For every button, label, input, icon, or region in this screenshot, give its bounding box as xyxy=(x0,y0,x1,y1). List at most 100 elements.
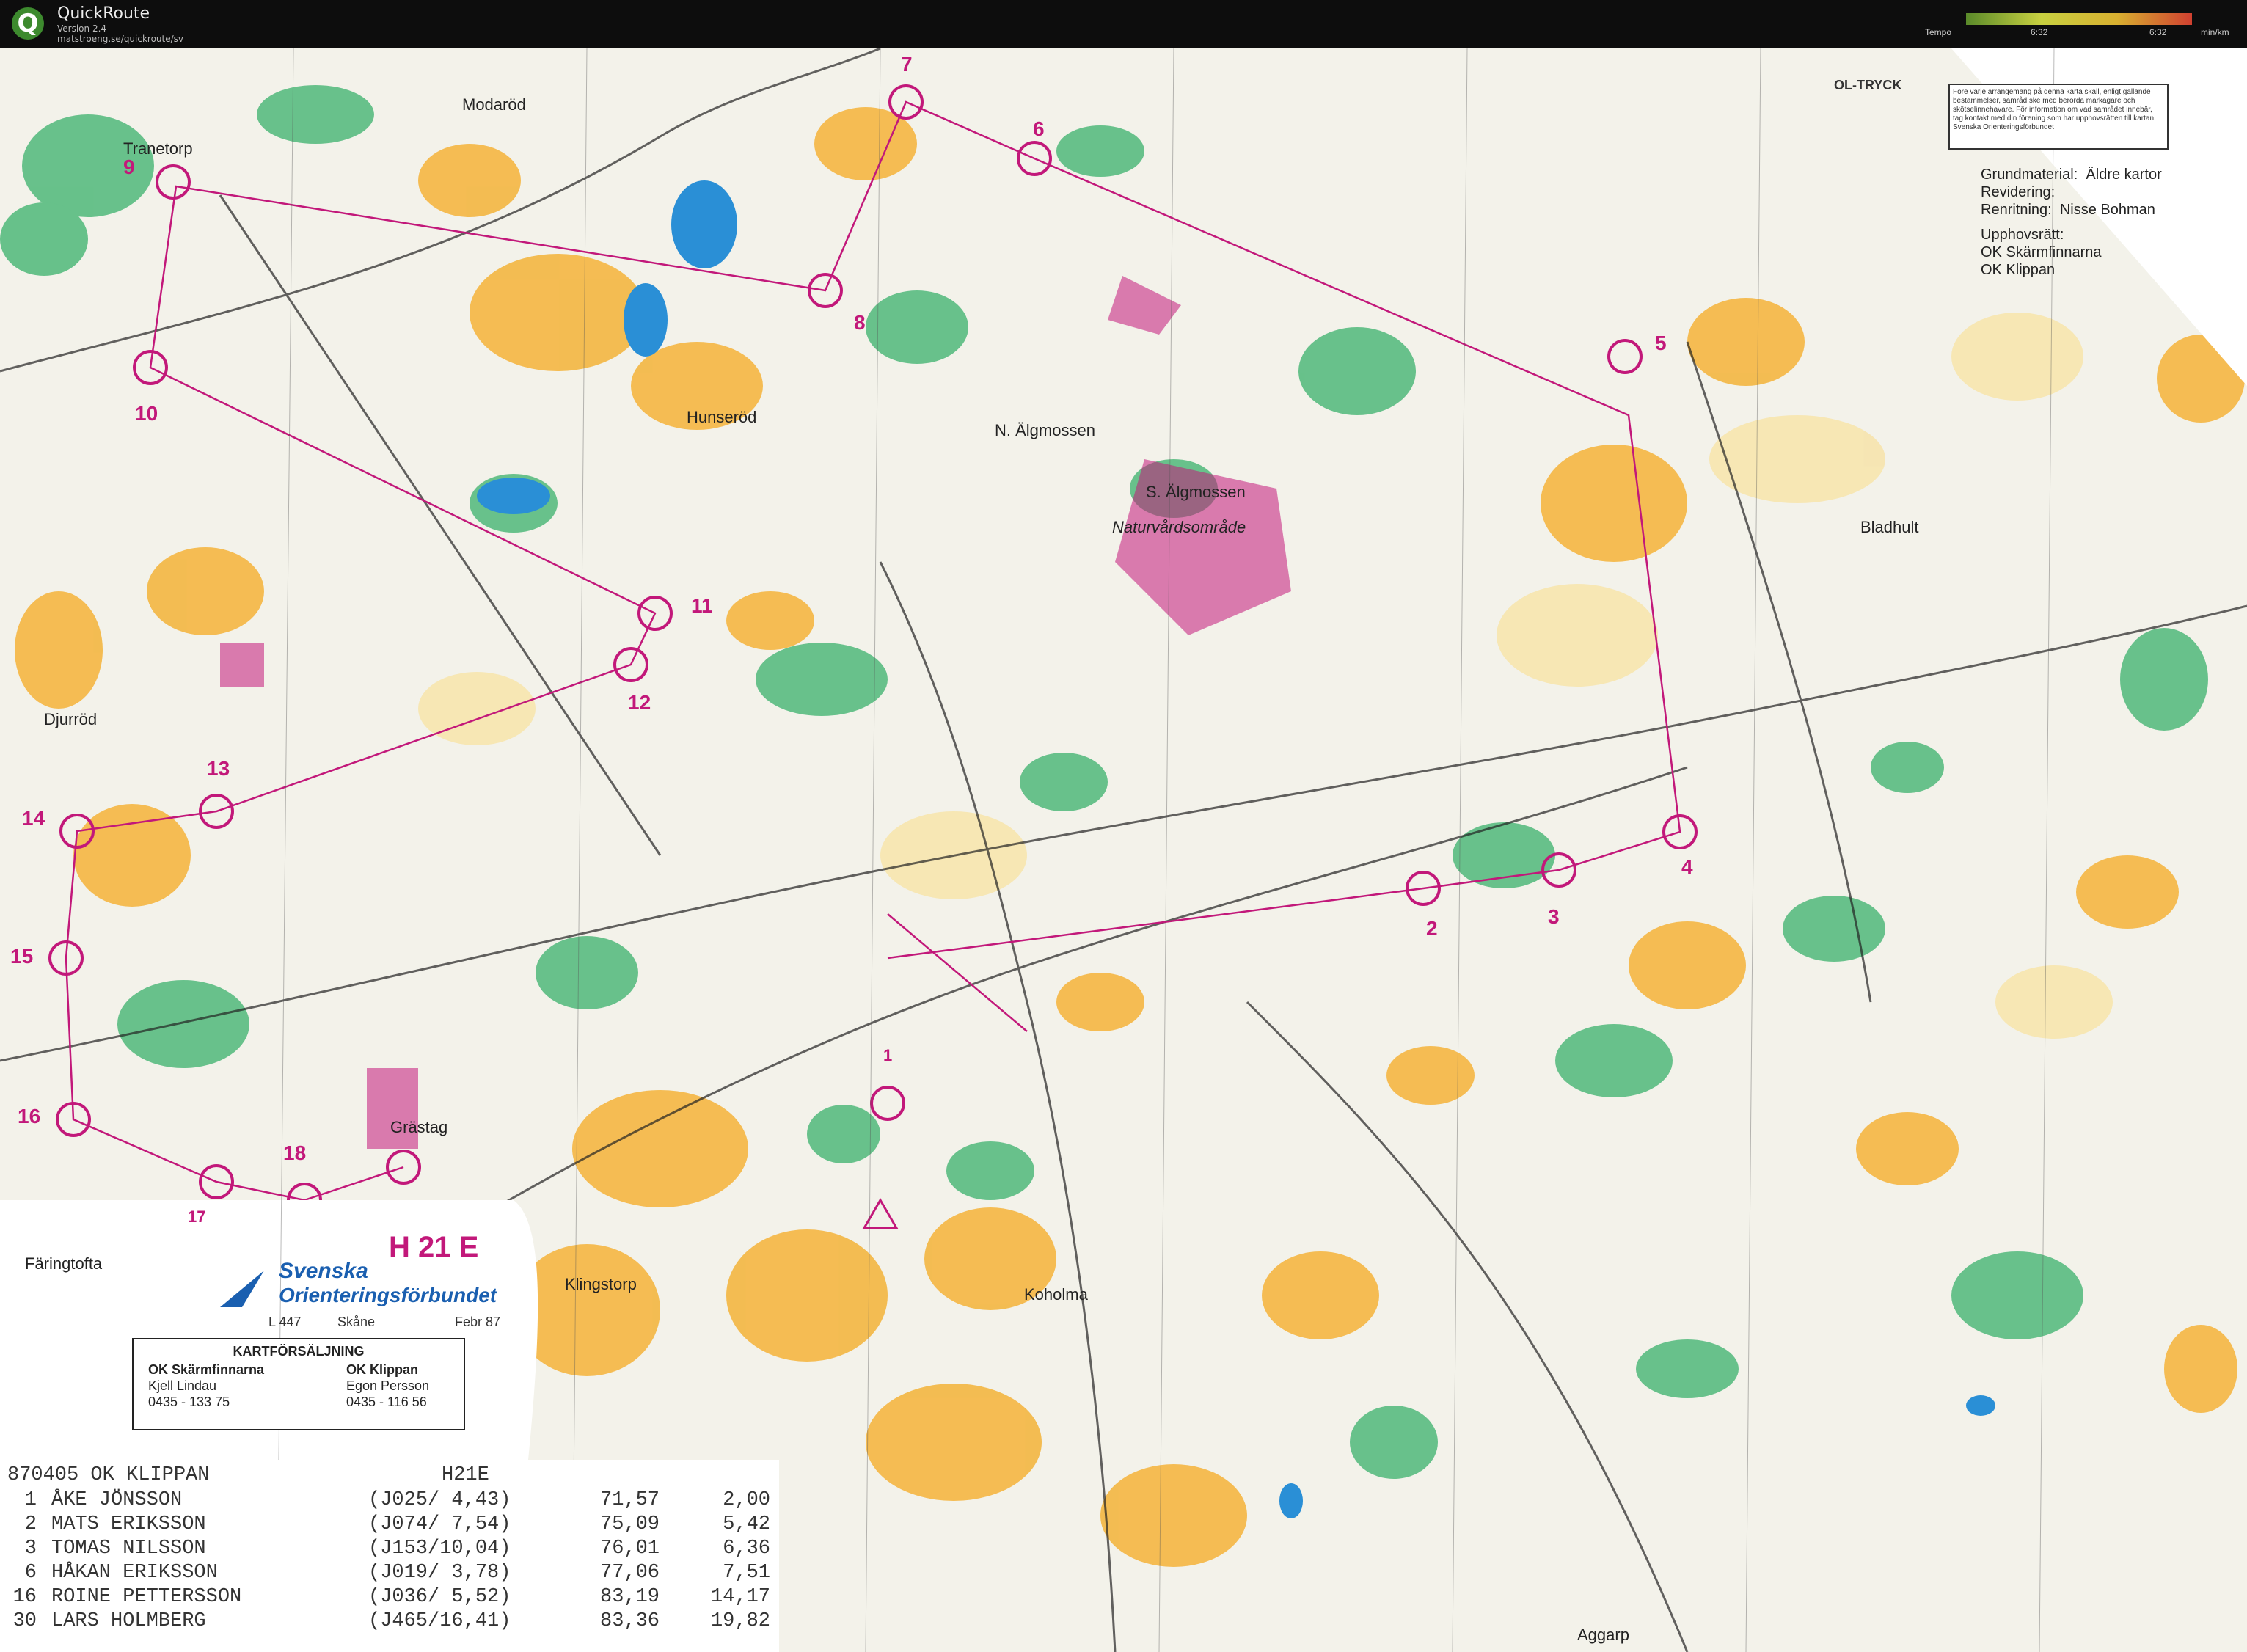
sales-right-club: OK Klippan xyxy=(346,1362,418,1377)
results-event: 870405 OK KLIPPAN xyxy=(7,1464,210,1486)
place-bladhult: Bladhult xyxy=(1860,518,1919,536)
results-class: H21E xyxy=(442,1464,489,1486)
start-triangle xyxy=(862,1198,899,1229)
sales-left: OK Skärmfinnarna Kjell Lindau 0435 - 133… xyxy=(148,1362,264,1410)
control-number-4: 4 xyxy=(1681,855,1693,878)
tempo-label: Tempo xyxy=(1925,27,1952,37)
sales-right-name: Egon Persson xyxy=(346,1378,430,1393)
result-time: 71,57 xyxy=(600,1489,660,1511)
place-modarod: Modaröd xyxy=(462,95,526,114)
control-number-10: 10 xyxy=(135,402,158,425)
map-region: Skåne xyxy=(337,1315,376,1329)
place-n-algmossen: N. Älgmossen xyxy=(995,421,1095,439)
result-time: 83,19 xyxy=(600,1586,660,1608)
result-name: MATS ERIKSSON xyxy=(51,1513,206,1535)
control-number-17: 17 xyxy=(188,1207,206,1226)
result-diff: 19,82 xyxy=(710,1610,770,1632)
control-number-9: 9 xyxy=(123,156,135,178)
control-number-15: 15 xyxy=(10,945,34,968)
result-diff: 5,42 xyxy=(723,1513,770,1535)
tempo-max-value: 6:32 xyxy=(2149,27,2167,37)
copyright-note: Före varje arrangemang på denna karta sk… xyxy=(1948,84,2169,150)
title-bar: Q QuickRoute Version 2.4 matstroeng.se/q… xyxy=(0,0,2247,48)
sales-right: OK Klippan Egon Persson 0435 - 116 56 xyxy=(346,1362,429,1410)
control-number-7: 7 xyxy=(901,53,913,76)
result-time: 77,06 xyxy=(600,1562,660,1584)
logo-line2: Orienteringsförbundet xyxy=(279,1284,497,1306)
result-name: HÅKAN ERIKSSON xyxy=(51,1562,218,1584)
tempo-unit: min/km xyxy=(2201,27,2229,37)
place-djurrod: Djurröd xyxy=(44,710,98,728)
orienteering-map[interactable]: Tranetorp Modaröd Hunseröd N. Älgmossen … xyxy=(0,48,2247,1652)
revidering-label: Revidering: xyxy=(1981,184,2056,200)
control-number-13: 13 xyxy=(207,757,230,780)
result-paren: (J465/16,41) xyxy=(368,1610,511,1632)
course-lines xyxy=(65,100,1681,1202)
renritning-label: Renritning: xyxy=(1981,202,2052,218)
result-paren: (J036/ 5,52) xyxy=(368,1586,511,1608)
control-number-2: 2 xyxy=(1426,917,1438,940)
result-place: 3 xyxy=(24,1538,37,1560)
app-url[interactable]: matstroeng.se/quickroute/sv xyxy=(57,34,183,44)
grundmaterial-value: Äldre kartor xyxy=(2086,167,2162,183)
map-info: Grundmaterial: Äldre kartor Revidering: … xyxy=(1981,166,2162,279)
sof-logo: Svenska Orienteringsförbundet L 447 Skån… xyxy=(213,1251,521,1332)
logo-line1: Svenska xyxy=(279,1259,368,1283)
place-grastag: Grästag xyxy=(390,1118,448,1136)
result-diff: 14,17 xyxy=(710,1586,770,1608)
map-code: L 447 xyxy=(268,1315,302,1329)
result-paren: (J019/ 3,78) xyxy=(368,1562,511,1584)
result-name: ROINE PETTERSSON xyxy=(51,1586,242,1608)
place-s-algmossen: S. Älgmossen xyxy=(1146,483,1246,501)
control-circles xyxy=(48,84,1698,1218)
result-name: TOMAS NILSSON xyxy=(51,1538,206,1560)
control-number-1: 1 xyxy=(883,1046,893,1064)
control-number-14: 14 xyxy=(22,807,45,830)
control-number-3: 3 xyxy=(1548,905,1560,928)
map-sales-box: KARTFÖRSÄLJNING OK Skärmfinnarna Kjell L… xyxy=(132,1338,465,1430)
results-header: 870405 OK KLIPPAN H21E xyxy=(7,1464,489,1488)
result-time: 76,01 xyxy=(600,1538,660,1560)
result-paren: (J025/ 4,43) xyxy=(368,1489,511,1511)
ol-tryck-mark: OL-TRYCK xyxy=(1834,78,1902,92)
upphovsratt-label: Upphovsrätt: xyxy=(1981,227,2064,243)
upphovsratt-club1: OK Skärmfinnarna xyxy=(1981,244,2102,260)
results-list: 870405 OK KLIPPAN H21E 1 ÅKE JÖNSSON (J025… xyxy=(0,1460,779,1652)
place-koholma: Koholma xyxy=(1024,1285,1088,1304)
control-number-11: 11 xyxy=(691,594,713,617)
sales-title: KARTFÖRSÄLJNING xyxy=(233,1344,365,1359)
result-place: 1 xyxy=(24,1489,37,1511)
control-number-5: 5 xyxy=(1655,332,1667,354)
control-number-8: 8 xyxy=(854,311,866,334)
place-naturvard: Naturvårdsområde xyxy=(1112,518,1246,536)
app-version: Version 2.4 xyxy=(57,23,107,34)
sof-logo-icon xyxy=(220,1271,264,1307)
control-number-18: 18 xyxy=(283,1141,307,1164)
result-paren: (J074/ 7,54) xyxy=(368,1513,511,1535)
control-number-12: 12 xyxy=(628,691,651,714)
place-aggarp: Aggarp xyxy=(1577,1626,1629,1644)
app-name: QuickRoute xyxy=(57,4,150,23)
result-diff: 7,51 xyxy=(723,1562,770,1584)
revidering-value: Nisse Bohman xyxy=(2059,202,2155,218)
result-place: 6 xyxy=(24,1562,37,1584)
control-number-16: 16 xyxy=(18,1105,41,1127)
control-number-6: 6 xyxy=(1033,117,1045,140)
result-name: ÅKE JÖNSSON xyxy=(51,1489,183,1511)
result-time: 83,36 xyxy=(600,1610,660,1632)
sales-left-phone: 0435 - 133 75 xyxy=(148,1395,230,1409)
sales-left-club: OK Skärmfinnarna xyxy=(148,1362,265,1377)
result-place: 2 xyxy=(24,1513,37,1535)
result-diff: 2,00 xyxy=(723,1489,770,1511)
result-diff: 6,36 xyxy=(723,1538,770,1560)
result-place: 16 xyxy=(12,1586,37,1608)
place-faringtofta: Färingtofta xyxy=(25,1254,103,1273)
sales-left-name: Kjell Lindau xyxy=(148,1378,217,1393)
tempo-color-scale xyxy=(1966,13,2192,25)
result-place: 30 xyxy=(12,1610,37,1632)
result-time: 75,09 xyxy=(600,1513,660,1535)
tempo-min-value: 6:32 xyxy=(2031,27,2048,37)
quickroute-logo-icon: Q xyxy=(12,7,44,40)
result-paren: (J153/10,04) xyxy=(368,1538,511,1560)
place-klingstorp: Klingstorp xyxy=(565,1275,637,1293)
